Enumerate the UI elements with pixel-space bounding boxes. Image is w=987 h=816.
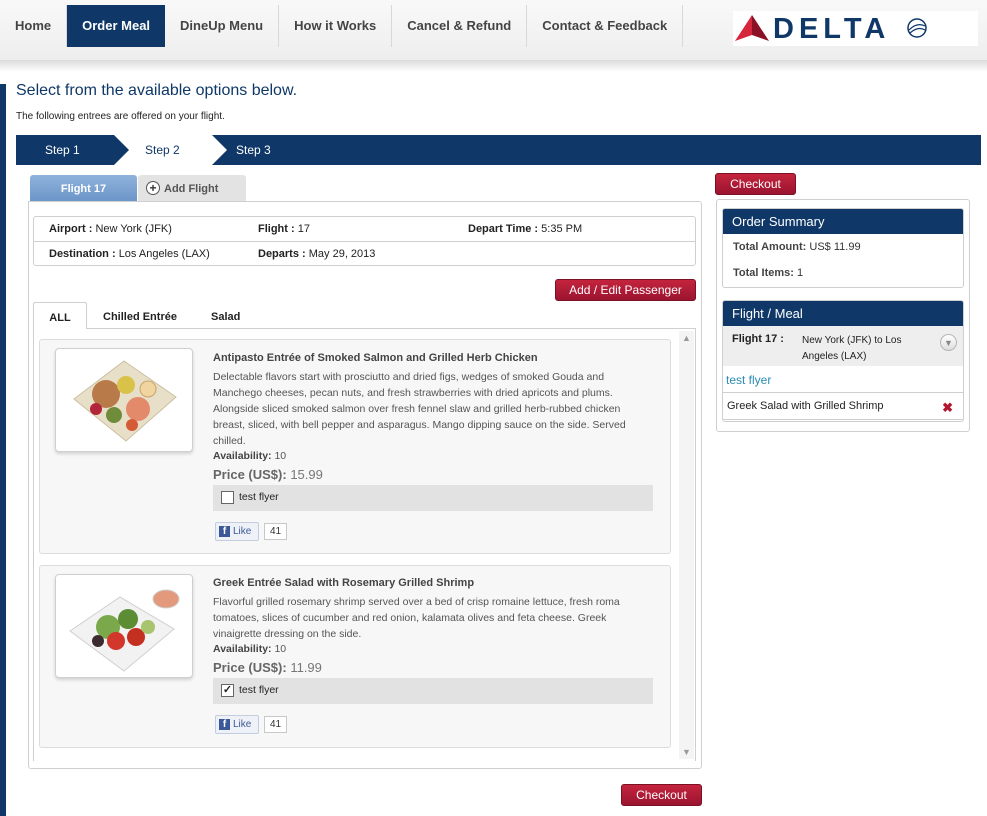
availability-label: Availability: xyxy=(213,643,272,655)
destination-label: Destination : xyxy=(49,248,116,260)
facebook-like-button[interactable]: f Like xyxy=(215,522,259,541)
order-summary-box: Order Summary Total Amount: US$ 11.99 To… xyxy=(722,208,964,288)
airport-label: Airport : xyxy=(49,223,93,235)
price-value: 15.99 xyxy=(290,467,323,482)
step-indicator: Step 1 Step 2 Step 3 xyxy=(16,135,981,165)
meal-list-scrollbar[interactable]: ▲ ▼ xyxy=(679,331,694,759)
remove-icon[interactable]: ✖ xyxy=(942,400,953,416)
nav-dineup-menu[interactable]: DineUp Menu xyxy=(165,5,280,47)
add-edit-passenger-button[interactable]: Add / Edit Passenger xyxy=(555,279,696,301)
tab-chilled-entree[interactable]: Chilled Entrée xyxy=(103,302,177,329)
checkout-button-top[interactable]: Checkout xyxy=(715,173,796,195)
facebook-like-button[interactable]: f Like xyxy=(215,715,259,734)
nav-home[interactable]: Home xyxy=(0,5,68,47)
checkout-button-bottom[interactable]: Checkout xyxy=(621,784,702,806)
meal-title: Antipasto Entrée of Smoked Salmon and Gr… xyxy=(213,352,538,364)
page-title: Select from the available options below. xyxy=(16,82,298,99)
flight-label: Flight : xyxy=(258,223,295,235)
depart-time-value: 5:35 PM xyxy=(541,223,583,235)
tab-flight-17[interactable]: Flight 17 xyxy=(30,175,137,201)
passenger-link[interactable]: test flyer xyxy=(726,373,771,387)
scroll-up-icon[interactable]: ▲ xyxy=(682,333,691,343)
airport-value: New York (JFK) xyxy=(95,223,172,235)
like-count: 41 xyxy=(264,716,287,733)
meal-description: Flavorful grilled rosemary shrimp served… xyxy=(213,596,620,640)
list-border-right xyxy=(695,328,696,761)
meal-image-antipasto xyxy=(55,348,193,452)
meal-description: Delectable flavors start with prosciutto… xyxy=(213,371,626,447)
main-nav: Home Order Meal DineUp Menu How it Works… xyxy=(0,5,684,47)
add-flight-button[interactable]: + Add Flight xyxy=(138,175,246,201)
meal-title: Greek Entrée Salad with Rosemary Grilled… xyxy=(213,577,475,589)
facebook-icon: f xyxy=(219,719,230,730)
total-items-value: 1 xyxy=(796,267,804,279)
passenger-name: test flyer xyxy=(239,684,279,696)
availability-value: 10 xyxy=(274,643,287,655)
nav-order-meal[interactable]: Order Meal xyxy=(67,5,166,47)
ordered-meal-row: Greek Salad with Grilled Shrimp ✖ xyxy=(723,392,963,420)
page-subtitle: The following entrees are offered on you… xyxy=(16,111,225,122)
destination-value: Los Angeles (LAX) xyxy=(118,248,210,260)
list-border-left xyxy=(33,328,34,761)
step-arrow-1 xyxy=(114,135,129,165)
depart-time-label: Depart Time : xyxy=(468,223,539,235)
flight-meal-route: New York (JFK) to Los Angeles (LAX) xyxy=(802,335,902,362)
departs-label: Departs : xyxy=(258,248,306,260)
add-flight-label: Add Flight xyxy=(164,183,219,195)
ordered-meal-name: Greek Salad with Grilled Shrimp xyxy=(727,400,884,412)
nav-contact-feedback[interactable]: Contact & Feedback xyxy=(527,5,684,47)
departs-value: May 29, 2013 xyxy=(308,248,376,260)
flight-meal-flight-label: Flight 17 : xyxy=(732,333,784,345)
nav-how-it-works[interactable]: How it Works xyxy=(279,5,393,47)
tab-all[interactable]: ALL xyxy=(33,302,87,329)
step-3[interactable]: Step 3 xyxy=(236,135,271,165)
checkbox-icon[interactable] xyxy=(221,491,234,504)
price-label: Price (US$): xyxy=(213,660,287,675)
total-amount-label: Total Amount: xyxy=(733,241,807,253)
step-2[interactable]: Step 2 xyxy=(145,135,180,165)
passenger-row[interactable]: ✓ test flyer xyxy=(213,678,653,704)
like-label: Like xyxy=(233,719,252,730)
scroll-down-icon[interactable]: ▼ xyxy=(682,747,691,757)
plus-circle-icon: + xyxy=(146,181,160,195)
delta-logo-text: DELTA xyxy=(773,13,891,45)
tab-underline xyxy=(87,328,696,329)
like-label: Like xyxy=(233,526,252,537)
nav-cancel-refund[interactable]: Cancel & Refund xyxy=(392,5,528,47)
delta-logo[interactable]: DELTA xyxy=(733,11,978,46)
total-items-label: Total Items: xyxy=(733,267,794,279)
availability-value: 10 xyxy=(274,450,287,462)
order-summary-title: Order Summary xyxy=(723,209,963,234)
meal-image-greek-salad xyxy=(55,574,193,678)
facebook-icon: f xyxy=(219,526,230,537)
flight-meal-title: Flight / Meal xyxy=(723,301,963,326)
chevron-down-icon[interactable]: ▼ xyxy=(940,334,957,351)
step-arrow-2 xyxy=(212,135,227,165)
flight-value: 17 xyxy=(297,223,310,235)
flight-info-table: Airport : New York (JFK) Flight : 17 Dep… xyxy=(33,216,696,266)
meal-card-greek-salad: Greek Entrée Salad with Rosemary Grilled… xyxy=(39,565,671,748)
delta-widget-icon xyxy=(735,15,769,41)
top-bar-shadow xyxy=(0,60,987,72)
checkbox-icon[interactable]: ✓ xyxy=(221,684,234,697)
flight-meal-box: Flight / Meal Flight 17 : New York (JFK)… xyxy=(722,300,964,422)
flight-meal-row[interactable]: Flight 17 : New York (JFK) to Los Angele… xyxy=(723,326,963,366)
price-label: Price (US$): xyxy=(213,467,287,482)
like-count: 41 xyxy=(264,523,287,540)
total-amount-value: US$ 11.99 xyxy=(809,241,861,253)
tab-salad[interactable]: Salad xyxy=(211,302,240,329)
passenger-row[interactable]: test flyer xyxy=(213,485,653,511)
availability-label: Availability: xyxy=(213,450,272,462)
globe-icon xyxy=(907,18,927,38)
passenger-name: test flyer xyxy=(239,491,279,503)
left-accent-bar xyxy=(0,84,6,816)
divider xyxy=(34,241,695,242)
meal-card-antipasto: Antipasto Entrée of Smoked Salmon and Gr… xyxy=(39,339,671,554)
price-value: 11.99 xyxy=(290,660,322,675)
step-1[interactable]: Step 1 xyxy=(45,135,80,165)
